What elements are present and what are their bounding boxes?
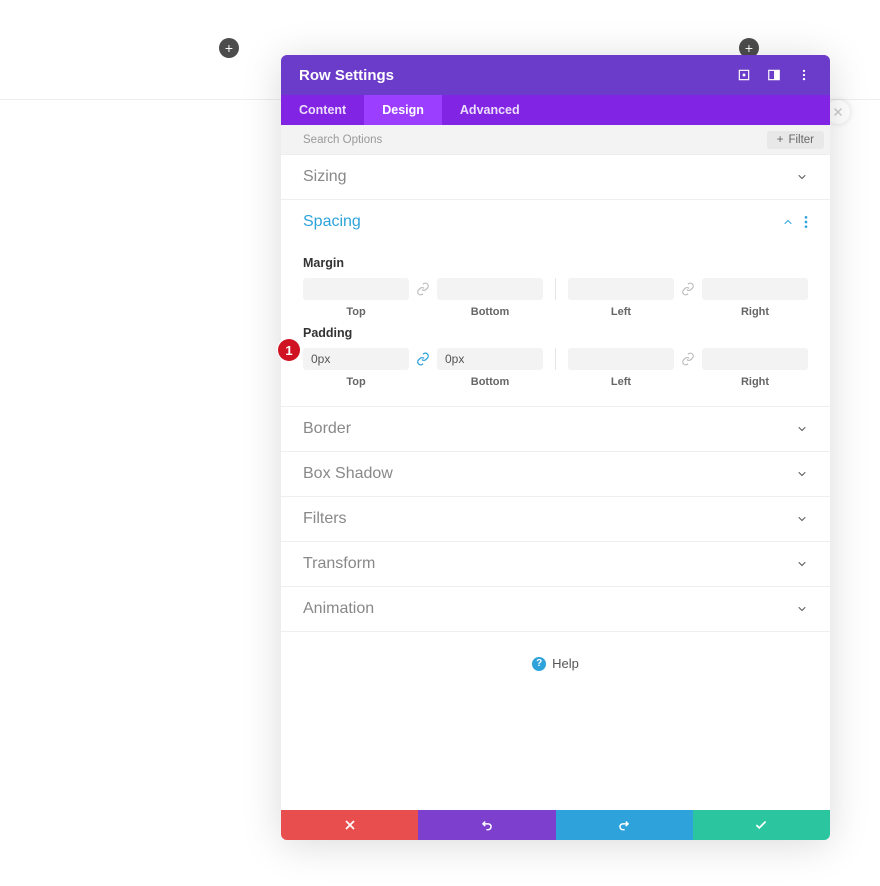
section-box-shadow: Box Shadow <box>281 452 830 497</box>
save-button[interactable] <box>693 810 830 840</box>
section-title: Spacing <box>303 213 361 231</box>
padding-top-input[interactable] <box>303 348 409 370</box>
padding-bottom-input[interactable] <box>437 348 543 370</box>
section-transform: Transform <box>281 542 830 587</box>
padding-grid: Top Bottom Left <box>303 348 808 388</box>
modal-title: Row Settings <box>299 67 394 84</box>
section-title: Box Shadow <box>303 465 393 483</box>
separator <box>555 278 556 300</box>
section-border: Border <box>281 407 830 452</box>
section-filters: Filters <box>281 497 830 542</box>
padding-vertical-pair: Top Bottom <box>303 348 543 388</box>
header-actions <box>736 67 812 83</box>
label-right: Right <box>741 376 769 388</box>
filter-button[interactable]: + Filter <box>767 131 824 149</box>
chevron-down-icon <box>796 603 808 615</box>
add-module-left[interactable]: + <box>219 38 239 58</box>
label-bottom: Bottom <box>471 376 510 388</box>
close-icon <box>832 106 844 118</box>
expand-icon[interactable] <box>736 67 752 83</box>
padding-left-input[interactable] <box>568 348 674 370</box>
redo-icon <box>617 818 631 832</box>
help-icon: ? <box>532 657 546 671</box>
section-header-filters[interactable]: Filters <box>281 497 830 541</box>
tabs: Content Design Advanced <box>281 95 830 125</box>
kebab-icon[interactable] <box>804 214 808 230</box>
chevron-down-icon <box>796 513 808 525</box>
section-title: Border <box>303 420 351 438</box>
label-left: Left <box>611 376 631 388</box>
help-label: Help <box>552 656 579 671</box>
tab-content[interactable]: Content <box>281 95 364 125</box>
help-link[interactable]: ? Help <box>281 632 830 695</box>
tab-advanced[interactable]: Advanced <box>442 95 538 125</box>
section-title: Animation <box>303 600 374 618</box>
link-icon-active[interactable] <box>415 348 431 370</box>
section-title: Filters <box>303 510 347 528</box>
separator <box>555 348 556 370</box>
section-animation: Animation <box>281 587 830 632</box>
margin-left-input[interactable] <box>568 278 674 300</box>
label-bottom: Bottom <box>471 306 510 318</box>
label-top: Top <box>346 306 365 318</box>
chevron-down-icon <box>796 558 808 570</box>
search-options-label[interactable]: Search Options <box>303 134 382 146</box>
link-icon[interactable] <box>680 348 696 370</box>
kebab-icon[interactable] <box>796 67 812 83</box>
tab-design[interactable]: Design <box>364 95 442 125</box>
label-top: Top <box>346 376 365 388</box>
section-header-animation[interactable]: Animation <box>281 587 830 631</box>
label-right: Right <box>741 306 769 318</box>
margin-grid: Top Bottom Left <box>303 278 808 318</box>
margin-bottom-input[interactable] <box>437 278 543 300</box>
section-header-border[interactable]: Border <box>281 407 830 451</box>
close-icon <box>343 818 357 832</box>
margin-label: Margin <box>303 256 808 270</box>
annotation-number: 1 <box>285 343 292 358</box>
margin-top-input[interactable] <box>303 278 409 300</box>
modal-header: Row Settings <box>281 55 830 95</box>
cancel-button[interactable] <box>281 810 418 840</box>
plus-icon: + <box>745 41 753 55</box>
panel-body: Sizing Spacing Margin Top <box>281 155 830 810</box>
section-header-sizing[interactable]: Sizing <box>281 155 830 199</box>
chevron-down-icon <box>796 171 808 183</box>
margin-vertical-pair: Top Bottom <box>303 278 543 318</box>
link-icon[interactable] <box>680 278 696 300</box>
section-title: Transform <box>303 555 375 573</box>
link-icon[interactable] <box>415 278 431 300</box>
check-icon <box>754 818 768 832</box>
section-spacing: Spacing Margin Top <box>281 200 830 407</box>
section-header-spacing[interactable]: Spacing <box>281 200 830 244</box>
plus-icon: + <box>777 134 784 146</box>
label-left: Left <box>611 306 631 318</box>
snap-icon[interactable] <box>766 67 782 83</box>
padding-label: Padding <box>303 326 808 340</box>
margin-horizontal-pair: Left Right <box>568 278 808 318</box>
annotation-badge-1: 1 <box>278 339 300 361</box>
chevron-down-icon <box>796 423 808 435</box>
chevron-up-icon <box>782 216 794 228</box>
undo-icon <box>480 818 494 832</box>
filter-label: Filter <box>788 134 814 146</box>
margin-right-input[interactable] <box>702 278 808 300</box>
plus-icon: + <box>225 41 233 55</box>
undo-button[interactable] <box>418 810 555 840</box>
section-header-box-shadow[interactable]: Box Shadow <box>281 452 830 496</box>
chevron-down-icon <box>796 468 808 480</box>
spacing-content: Margin Top Bottom <box>281 244 830 406</box>
padding-right-input[interactable] <box>702 348 808 370</box>
section-title: Sizing <box>303 168 347 186</box>
search-row: Search Options + Filter <box>281 125 830 155</box>
redo-button[interactable] <box>556 810 693 840</box>
padding-horizontal-pair: Left Right <box>568 348 808 388</box>
section-header-transform[interactable]: Transform <box>281 542 830 586</box>
modal-footer <box>281 810 830 840</box>
section-sizing: Sizing <box>281 155 830 200</box>
row-settings-modal: Row Settings Content Design Advanced Sea… <box>281 55 830 840</box>
